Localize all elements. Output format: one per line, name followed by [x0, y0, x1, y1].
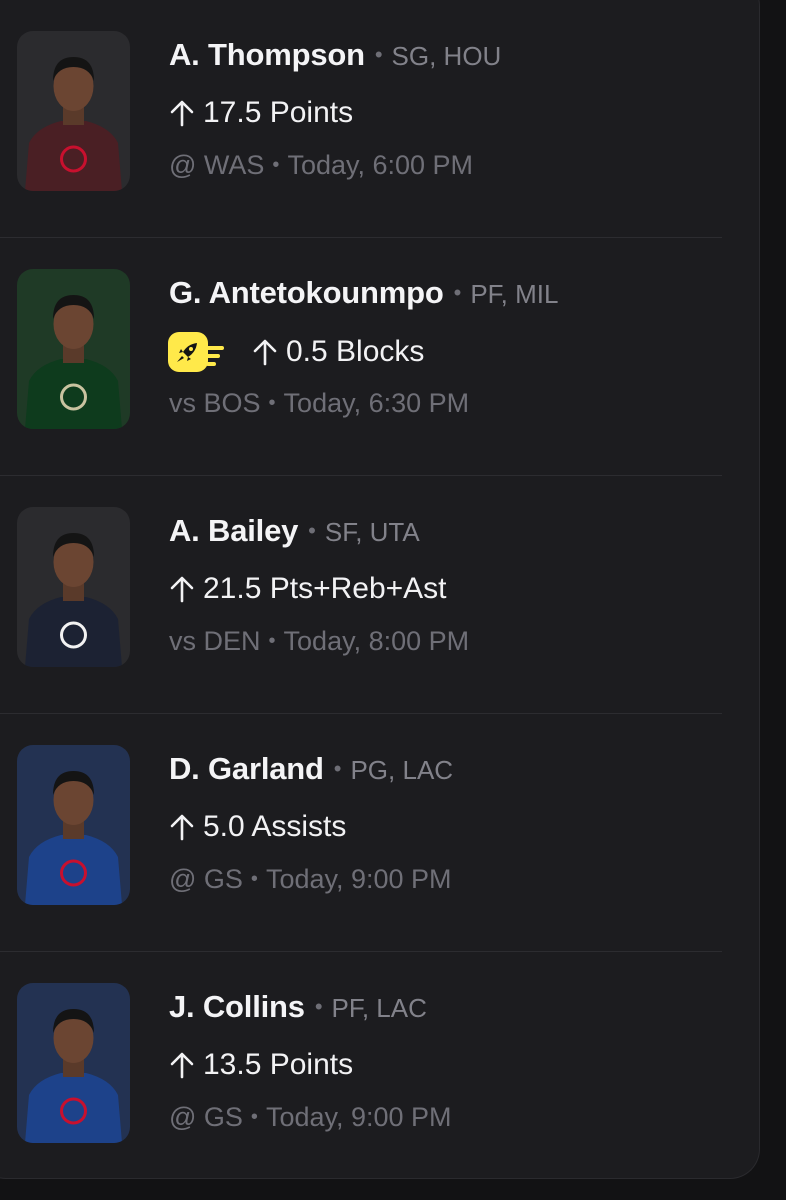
separator-dot: • — [333, 756, 342, 781]
matchup: @ WAS — [169, 150, 265, 180]
player-name-line: A. Thompson • SG, HOU — [169, 37, 501, 73]
player-position-team: PF, MIL — [470, 279, 559, 309]
matchup: vs BOS — [169, 388, 261, 418]
player-position-team: SF, UTA — [324, 517, 420, 547]
prop-value: 5.0 Assists — [203, 810, 347, 843]
player-headshot — [17, 507, 130, 667]
game-time: Today, 9:00 PM — [265, 1102, 452, 1132]
arrow-up-icon — [170, 576, 194, 603]
player-name-line: A. Bailey • SF, UTA — [169, 513, 420, 549]
game-time: Today, 6:30 PM — [283, 388, 470, 418]
game-info: @ WAS • Today, 6:00 PM — [169, 150, 473, 181]
arrow-up-icon — [170, 814, 194, 841]
boost-badge[interactable] — [168, 332, 224, 372]
player-row[interactable]: G. Antetokounmpo • PF, MIL 0.5 Blocks vs BOS… — [0, 238, 722, 476]
player-name: D. Garland — [169, 751, 324, 786]
player-name: J. Collins — [169, 989, 305, 1024]
player-headshot — [17, 31, 130, 191]
prop-line: 21.5 Pts+Reb+Ast — [169, 572, 447, 606]
player-row[interactable]: A. Bailey • SF, UTA 21.5 Pts+Reb+Ast vs DEN •… — [0, 476, 722, 714]
player-name: G. Antetokounmpo — [169, 275, 444, 310]
game-info: @ GS • Today, 9:00 PM — [169, 864, 452, 895]
player-headshot — [17, 983, 130, 1143]
player-name-line: J. Collins • PF, LAC — [169, 989, 427, 1025]
game-time: Today, 8:00 PM — [283, 626, 470, 656]
arrow-up-icon — [253, 339, 277, 366]
player-headshot — [17, 745, 130, 905]
separator-dot: • — [250, 1106, 258, 1128]
separator-dot: • — [268, 392, 276, 414]
player-position-team: SG, HOU — [391, 41, 502, 71]
separator-dot: • — [250, 868, 258, 890]
prop-line: 17.5 Points — [169, 96, 353, 130]
player-position-team: PF, LAC — [331, 993, 427, 1023]
player-headshot — [17, 269, 130, 429]
prop-value: 13.5 Points — [203, 1048, 354, 1081]
player-name: A. Bailey — [169, 513, 299, 548]
rocket-icon — [177, 343, 197, 362]
game-info: @ GS • Today, 9:00 PM — [169, 1102, 452, 1133]
player-position-team: PG, LAC — [350, 755, 454, 785]
separator-dot: • — [314, 994, 323, 1019]
player-row[interactable]: A. Thompson • SG, HOU 17.5 Points @ WAS • Toda… — [0, 0, 722, 238]
prop-value: 17.5 Points — [203, 96, 354, 129]
game-info: vs BOS • Today, 6:30 PM — [169, 388, 469, 419]
prop-line: 5.0 Assists — [169, 810, 346, 844]
separator-dot: • — [453, 280, 462, 305]
matchup: @ GS — [169, 1102, 243, 1132]
separator-dot: • — [374, 42, 383, 67]
player-name: A. Thompson — [169, 37, 365, 72]
separator-dot: • — [308, 518, 316, 543]
player-row[interactable]: J. Collins • PF, LAC 13.5 Points @ GS • Today,… — [0, 952, 722, 1190]
player-name-line: D. Garland • PG, LAC — [169, 751, 453, 787]
prop-line: 0.5 Blocks — [168, 332, 425, 372]
separator-dot: • — [268, 630, 276, 652]
arrow-up-icon — [170, 1052, 194, 1079]
game-time: Today, 9:00 PM — [265, 864, 452, 894]
game-info: vs DEN • Today, 8:00 PM — [169, 626, 469, 657]
separator-dot: • — [272, 154, 280, 176]
arrow-up-icon — [170, 100, 194, 127]
matchup: vs DEN — [169, 626, 261, 656]
player-row[interactable]: D. Garland • PG, LAC 5.0 Assists @ GS • Today,… — [0, 714, 722, 952]
prop-value: 21.5 Pts+Reb+Ast — [203, 572, 447, 605]
prop-line: 13.5 Points — [169, 1048, 353, 1082]
prop-value: 0.5 Blocks — [286, 335, 425, 368]
matchup: @ GS — [169, 864, 243, 894]
game-time: Today, 6:00 PM — [287, 150, 474, 180]
player-name-line: G. Antetokounmpo • PF, MIL — [169, 275, 558, 311]
